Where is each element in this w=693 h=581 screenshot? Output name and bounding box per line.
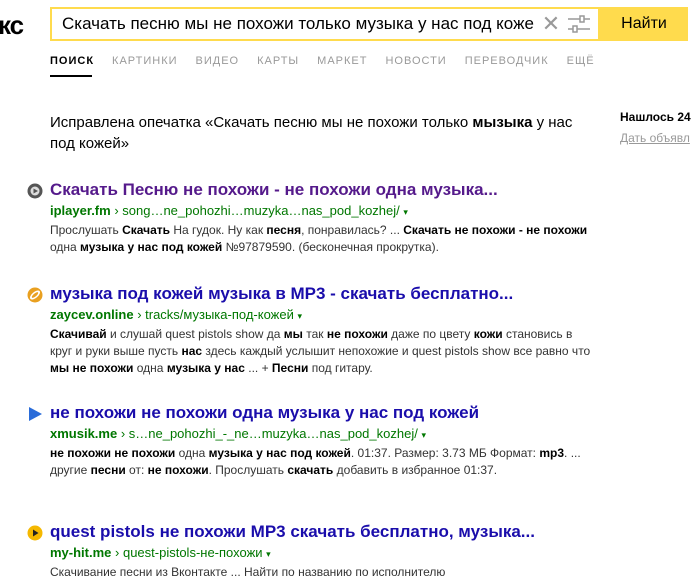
result-menu-arrow[interactable]: ▾ [266,549,271,559]
tab-translator[interactable]: ПЕРЕВОДЧИК [465,55,549,67]
result-menu-arrow[interactable]: ▾ [421,430,426,440]
result-title[interactable]: quest pistols не похожи MP3 скачать бесп… [50,522,595,542]
zaycev-icon [27,287,43,303]
search-box: ✕ [50,7,600,41]
results-count: Нашлось 24 [620,110,691,124]
filter-settings-icon[interactable] [566,13,592,35]
result-menu-arrow[interactable]: ▾ [297,311,302,321]
result-host[interactable]: xmusik.me [50,426,117,441]
result-snippet: Прослушать Скачать На гудок. Ну как песн… [50,223,588,254]
tab-search[interactable]: ПОИСК [50,55,94,67]
tab-images[interactable]: КАРТИНКИ [112,55,177,67]
search-result: quest pistols не похожи MP3 скачать бесп… [27,522,595,581]
play-yellow-icon [27,525,43,541]
result-host[interactable]: my-hit.me [50,545,111,560]
yandex-logo[interactable]: кс [0,10,24,41]
search-input[interactable] [52,9,534,39]
search-tabs: ПОИСК КАРТИНКИ ВИДЕО КАРТЫ МАРКЕТ НОВОСТ… [50,55,613,67]
result-title[interactable]: не похожи не похожи одна музыка у нас по… [50,403,595,423]
correction-prefix: Исправлена опечатка «Скачать песню мы не… [50,114,473,131]
tab-maps[interactable]: КАРТЫ [257,55,299,67]
result-path[interactable]: › song…ne_pohozhi…muzyka…nas_pod_kozhej/ [111,203,404,218]
active-tab-underline [50,75,92,77]
result-path[interactable]: › quest-pistols-не-похожи [111,545,266,560]
result-menu-arrow[interactable]: ▾ [403,207,408,217]
result-url: iplayer.fm › song…ne_pohozhi…muzyka…nas_… [50,202,595,221]
tab-market[interactable]: МАРКЕТ [317,55,367,67]
search-result: музыка под кожей музыка в MP3 - скачать … [27,284,595,377]
result-path[interactable]: › s…ne_pohozhi_-_ne…muzyka…nas_pod_kozhe… [117,426,421,441]
result-snippet: не похожи не похожи одна музыка у нас по… [50,446,581,477]
tab-video[interactable]: ВИДЕО [196,55,240,67]
spelling-correction: Исправлена опечатка «Скачать песню мы не… [50,112,580,154]
result-host[interactable]: iplayer.fm [50,203,111,218]
find-button[interactable]: Найти [600,7,688,41]
clear-icon[interactable]: ✕ [540,12,562,36]
play-triangle-icon [29,407,42,421]
advertise-link[interactable]: Дать объявл [620,131,690,145]
correction-bold[interactable]: мызыка [472,114,532,131]
result-host[interactable]: zaycev.online [50,307,134,322]
result-url: zaycev.online › tracks/музыка-под-кожей … [50,306,595,325]
tab-news[interactable]: НОВОСТИ [385,55,446,67]
result-url: xmusik.me › s…ne_pohozhi_-_ne…muzyka…nas… [50,425,595,444]
result-snippet: Скачивай и слушай quest pistols show да … [50,327,591,375]
tab-more[interactable]: ЕЩЁ [567,55,595,67]
result-title[interactable]: музыка под кожей музыка в MP3 - скачать … [50,284,595,304]
result-title[interactable]: Скачать Песню не похожи - не похожи одна… [50,180,595,200]
play-circle-icon [27,183,43,199]
result-path[interactable]: › tracks/музыка-под-кожей [134,307,298,322]
result-snippet: Скачивание песни из Вконтакте ... Найти … [50,565,446,579]
search-result: Скачать Песню не похожи - не похожи одна… [27,180,595,256]
result-url: my-hit.me › quest-pistols-не-похожи ▾ [50,544,595,563]
search-result: не похожи не похожи одна музыка у нас по… [29,403,595,479]
